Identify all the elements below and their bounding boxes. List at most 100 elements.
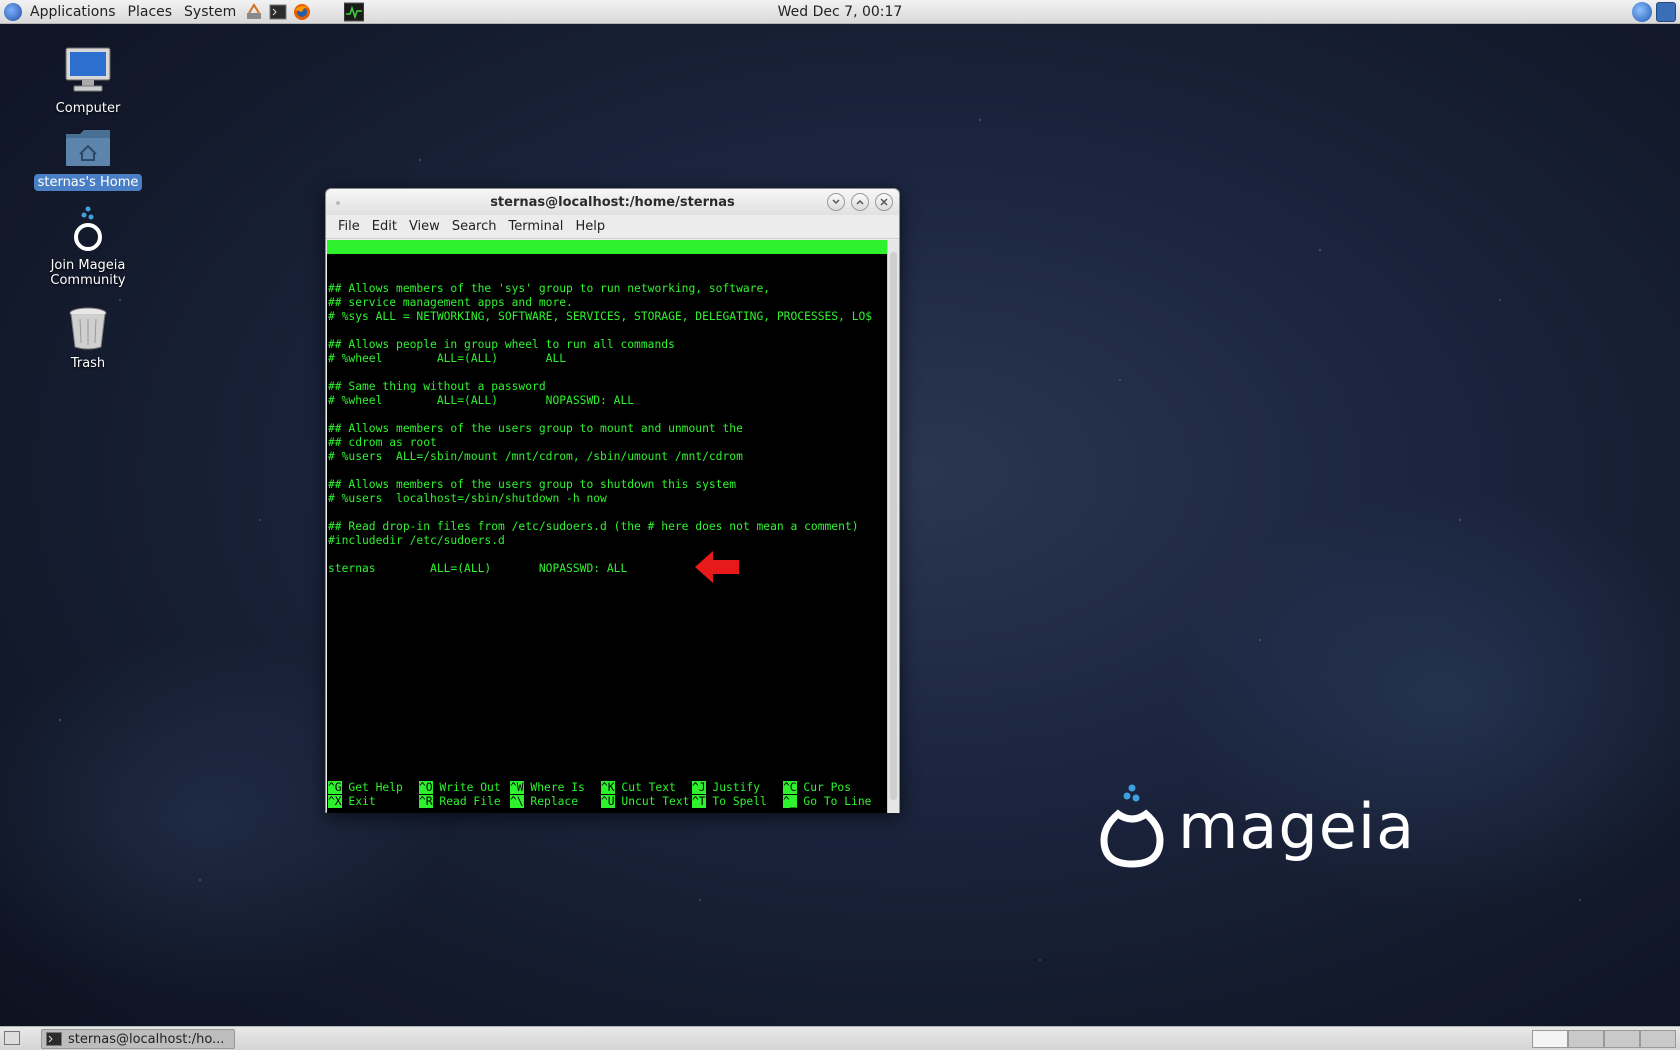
maximize-button[interactable] <box>851 193 869 211</box>
chevron-up-icon <box>856 199 864 205</box>
shortcut-key: ^J <box>692 781 706 794</box>
shortcut-label: Where Is <box>523 781 585 794</box>
home-folder-label: sternas's Home <box>33 174 143 191</box>
terminal-launcher-icon[interactable] <box>268 2 288 22</box>
nano-shortcut: ^R Read File <box>419 795 501 809</box>
computer-desktop-icon[interactable]: Computer <box>33 44 143 117</box>
chevron-down-icon <box>832 199 840 205</box>
window-menubar: File Edit View Search Terminal Help <box>326 215 899 239</box>
nano-shortcut: ^\ Replace <box>510 795 578 809</box>
terminal-scrollbar[interactable] <box>887 240 899 813</box>
close-button[interactable] <box>875 193 893 211</box>
show-desktop-icon[interactable] <box>4 1031 20 1045</box>
window-titlebar[interactable]: sternas@localhost:/home/sternas <box>326 189 899 215</box>
file-line: # %users ALL=/sbin/mount /mnt/cdrom, /sb… <box>328 450 743 463</box>
nano-shortcut: ^T To Spell <box>692 795 767 809</box>
shortcut-key: ^O <box>419 781 433 794</box>
shortcut-key: ^K <box>601 781 615 794</box>
workspace-4[interactable] <box>1640 1030 1676 1048</box>
file-line: ## Same thing without a password <box>328 380 546 393</box>
terminal-window[interactable]: sternas@localhost:/home/sternas File Edi… <box>325 188 900 813</box>
trash-label: Trash <box>70 356 106 371</box>
shortcut-label: Uncut Text <box>614 795 690 808</box>
mageia-menu-icon[interactable] <box>4 2 22 21</box>
menu-file[interactable]: File <box>332 219 366 234</box>
file-line: #includedir /etc/sudoers.d <box>328 534 505 547</box>
shortcut-key: ^_ <box>783 795 797 808</box>
display-icon[interactable] <box>1656 2 1676 22</box>
shortcut-key: ^R <box>419 795 433 808</box>
nano-shortcut: ^K Cut Text <box>601 781 676 795</box>
file-line: # %wheel ALL=(ALL) NOPASSWD: ALL <box>328 394 635 407</box>
nano-shortcuts: ^G Get Help ^O Write Out ^W Where Is ^K Cut… <box>327 781 887 809</box>
shortcut-key: ^\ <box>510 795 524 808</box>
close-icon <box>880 198 888 206</box>
system-menu[interactable]: System <box>178 0 242 24</box>
shortcut-label: Cur Pos <box>796 781 852 794</box>
firefox-icon[interactable] <box>292 2 312 22</box>
menu-edit[interactable]: Edit <box>366 219 403 234</box>
places-menu[interactable]: Places <box>122 0 179 24</box>
terminal-icon <box>46 1032 62 1046</box>
network-tool-icon[interactable] <box>244 2 264 22</box>
file-line: ## Allows members of the users group to … <box>328 422 743 435</box>
trash-icon <box>69 307 107 350</box>
taskbar-terminal-label: sternas@localhost:/ho... <box>68 1031 225 1047</box>
shortcut-label: Justify <box>705 781 761 794</box>
shortcut-label: Read File <box>432 795 501 808</box>
shortcut-key: ^T <box>692 795 706 808</box>
scrollbar-thumb[interactable] <box>890 252 897 800</box>
mageia-logo-text: mageia <box>1178 790 1416 863</box>
workspace-2[interactable] <box>1568 1030 1604 1048</box>
menu-help[interactable]: Help <box>569 219 611 234</box>
workspace-3[interactable] <box>1604 1030 1640 1048</box>
file-line: sternas ALL=(ALL) NOPASSWD: ALL <box>328 562 628 575</box>
menu-view[interactable]: View <box>403 219 446 234</box>
workspace-switcher <box>1532 1030 1676 1048</box>
nano-shortcut: ^W Where Is <box>510 781 585 795</box>
network-globe-icon[interactable] <box>1632 2 1652 22</box>
shortcut-label: Replace <box>523 795 579 808</box>
file-line: ## Read drop-in files from /etc/sudoers.… <box>328 520 859 533</box>
shortcut-key: ^C <box>783 781 797 794</box>
nano-shortcut: ^G Get Help <box>328 781 403 795</box>
file-line: # %sys ALL = NETWORKING, SOFTWARE, SERVI… <box>328 310 873 323</box>
file-line: # %users localhost=/sbin/shutdown -h now <box>328 492 607 505</box>
nano-shortcut: ^X Exit <box>328 795 376 809</box>
nano-shortcut: ^C Cur Pos <box>783 781 851 795</box>
file-line: # %wheel ALL=(ALL) ALL <box>328 352 567 365</box>
red-arrow-icon <box>695 551 739 583</box>
shortcut-label: To Spell <box>705 795 767 808</box>
menu-search[interactable]: Search <box>446 219 503 234</box>
system-tray <box>1632 2 1676 22</box>
file-line: ## Allows members of the 'sys' group to … <box>328 282 771 295</box>
nano-filename: File: /etc/sudoers <box>531 268 654 281</box>
shortcut-label: Go To Line <box>796 795 872 808</box>
shortcut-label: Cut Text <box>614 781 676 794</box>
mageia-community-icon <box>74 206 102 251</box>
home-folder-icon <box>66 130 110 166</box>
terminal-area[interactable]: GNU nano 2.3.6 File: /etc/sudoers ## All… <box>327 240 887 813</box>
nano-version: GNU nano 2.3.6 <box>341 254 437 267</box>
trash-desktop-icon[interactable]: Trash <box>33 305 143 372</box>
top-panel: Applications Places System Wed Dec 7, 00… <box>0 0 1680 24</box>
applications-menu[interactable]: Applications <box>24 0 122 24</box>
home-folder-desktop-icon[interactable]: sternas's Home <box>33 124 143 191</box>
taskbar-terminal-button[interactable]: sternas@localhost:/ho... <box>41 1029 235 1049</box>
join-mageia-desktop-icon[interactable]: Join Mageia Community <box>33 205 143 289</box>
mageia-logo: mageia <box>1098 778 1458 878</box>
file-line: ## Allows members of the users group to … <box>328 478 737 491</box>
shortcut-key: ^G <box>328 781 342 794</box>
join-mageia-label: Join Mageia Community <box>50 258 126 288</box>
menu-terminal[interactable]: Terminal <box>502 219 569 234</box>
nano-title-bar: GNU nano 2.3.6 File: /etc/sudoers <box>327 240 887 281</box>
system-monitor-icon[interactable] <box>344 2 365 22</box>
file-line: ## cdrom as root <box>328 436 437 449</box>
window-menu-dot[interactable] <box>336 201 340 205</box>
computer-label: Computer <box>55 101 121 116</box>
nano-shortcut: ^O Write Out <box>419 781 501 795</box>
minimize-button[interactable] <box>827 193 845 211</box>
workspace-1[interactable] <box>1532 1030 1568 1048</box>
file-line: ## Allows people in group wheel to run a… <box>328 338 675 351</box>
window-title: sternas@localhost:/home/sternas <box>490 194 735 210</box>
